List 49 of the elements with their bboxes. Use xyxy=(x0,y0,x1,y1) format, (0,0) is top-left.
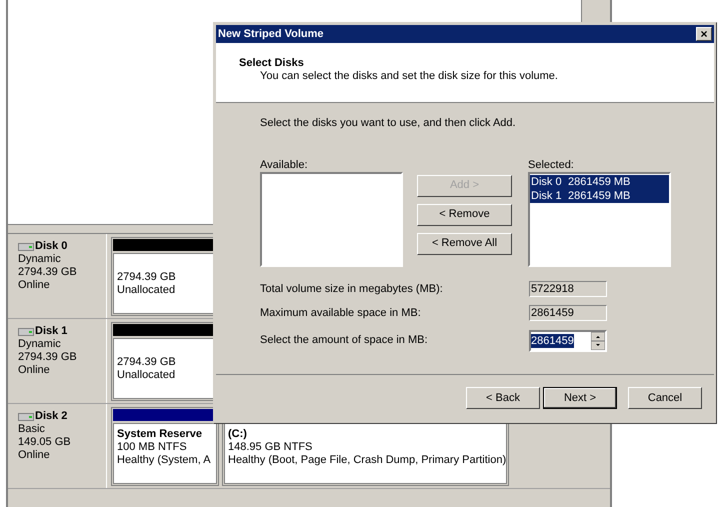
disk-drive-icon xyxy=(18,242,34,250)
partition-info: 100 MB NTFS xyxy=(117,441,188,454)
readonly-field: 5722918 xyxy=(529,280,607,297)
partition-block[interactable]: System Reserve 100 MB NTFS Healthy (System, A xyxy=(111,407,219,486)
disk-name: Disk 1 xyxy=(35,325,68,338)
disk-status: Online xyxy=(18,364,51,377)
wizard-subheading: You can select the disks and set the disk size for this volume. xyxy=(259,70,559,83)
field-label: Select the amount of space in MB: xyxy=(260,333,429,348)
partition-info: Unallocated xyxy=(117,369,176,382)
instruction-text: Select the disks you want to use, and then click Add. xyxy=(260,116,517,131)
partition-info: 2794.39 GB xyxy=(117,271,177,284)
disk-name: Disk 0 xyxy=(35,240,68,253)
dialog-button[interactable]: < Remove xyxy=(417,204,512,226)
selected-list[interactable]: Disk 0 2861459 MB Disk 1 2861459 MB xyxy=(528,172,671,266)
dialog-button[interactable]: < Back xyxy=(466,387,540,409)
dialog-button[interactable]: < Remove All xyxy=(417,232,512,254)
disk-name: Disk 2 xyxy=(35,410,68,423)
disk-size: 2794.39 GB xyxy=(18,351,78,364)
available-list[interactable] xyxy=(260,172,403,266)
disk-type: Basic xyxy=(18,423,46,436)
disk-drive-icon xyxy=(18,412,34,420)
spin-arrows-icon[interactable] xyxy=(591,332,605,350)
dialog-button[interactable]: Next > xyxy=(543,387,617,409)
disk-status: Online xyxy=(18,449,51,462)
disk-drive-icon xyxy=(18,328,34,336)
readonly-field: 2861459 xyxy=(529,305,607,322)
close-button[interactable]: × xyxy=(696,27,712,41)
partition-info: Healthy (Boot, Page File, Crash Dump, Primary Partition) xyxy=(228,454,503,467)
field-label: Total volume size in megabytes (MB): xyxy=(260,282,444,296)
partition-info: 2794.39 GB xyxy=(117,356,177,369)
partition-info: 148.95 GB NTFS xyxy=(228,441,314,454)
selected-list-item[interactable]: Disk 1 2861459 MB xyxy=(530,188,669,202)
disk-size: 2794.39 GB xyxy=(18,266,78,279)
partition-info: Healthy (System, A xyxy=(117,454,212,467)
partition-info: Unallocated xyxy=(117,284,176,297)
disk-type: Dynamic xyxy=(18,338,62,351)
disk-size: 149.05 GB xyxy=(18,436,72,449)
disk-status: Online xyxy=(18,279,51,292)
dialog-button[interactable]: Cancel xyxy=(628,387,702,409)
disk-type: Dynamic xyxy=(18,253,62,266)
partition-title: (C:) xyxy=(228,428,248,441)
available-label: Available: xyxy=(260,158,308,172)
selected-label: Selected: xyxy=(528,158,575,172)
partition-title: System Reserve xyxy=(117,428,204,441)
dialog-title: New Striped Volume xyxy=(218,26,324,42)
field-label: Maximum available space in MB: xyxy=(260,306,422,321)
wizard-heading: Select Disks xyxy=(239,57,305,70)
spin-field[interactable]: 2861459 xyxy=(529,330,607,352)
selected-list-item[interactable]: Disk 0 2861459 MB xyxy=(530,174,669,188)
